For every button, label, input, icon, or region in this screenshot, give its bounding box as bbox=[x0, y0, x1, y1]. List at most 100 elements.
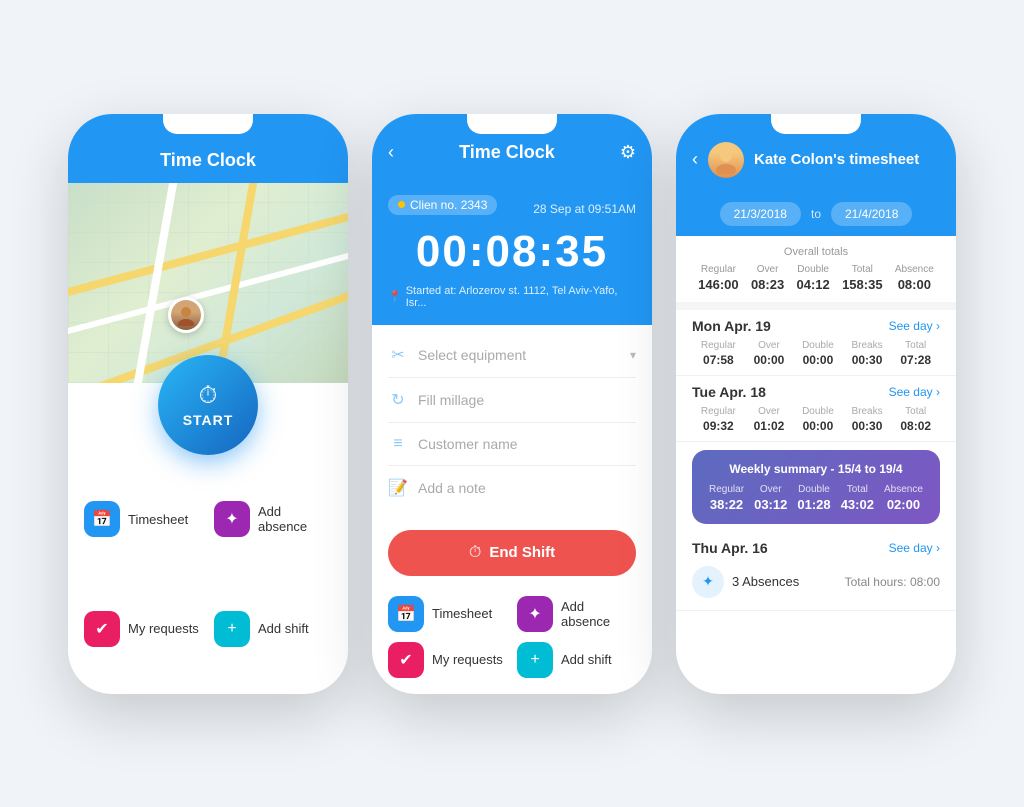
grid-item-add-absence[interactable]: ✦ Add absence bbox=[214, 471, 332, 569]
day-section-mon: Mon Apr. 19 See day › Regular 07:58 Over… bbox=[676, 310, 956, 376]
millage-icon: ↻ bbox=[388, 390, 408, 410]
total-regular: Regular 146:00 bbox=[698, 264, 738, 292]
day-section-thu: Thu Apr. 16 See day › ✦ 3 Absences Total… bbox=[676, 532, 956, 611]
absence-info: ✦ 3 Absences bbox=[692, 566, 799, 598]
phone2-grid: 📅 Timesheet ✦ Add absence ✔ My requests … bbox=[372, 588, 652, 694]
absence-value: 08:00 bbox=[898, 277, 931, 292]
weekly-double: Double 01:28 bbox=[797, 484, 830, 512]
tue-breaks: Breaks 00:30 bbox=[852, 406, 883, 433]
absence-text: 3 Absences bbox=[732, 574, 799, 589]
tue-over: Over 01:02 bbox=[754, 406, 785, 433]
phone1-title: Time Clock bbox=[84, 150, 332, 171]
phone-1: Time Clock ⏱ START bbox=[68, 114, 348, 694]
day-name-tue: Tue Apr. 18 bbox=[692, 384, 766, 400]
grid-item-my-requests-2[interactable]: ✔ My requests bbox=[388, 642, 507, 678]
notch-3 bbox=[771, 114, 861, 134]
total-double: Double 04:12 bbox=[797, 264, 830, 292]
my-requests-label-2: My requests bbox=[432, 652, 503, 667]
customer-icon: ≡ bbox=[388, 435, 408, 453]
add-shift-label-2: Add shift bbox=[561, 652, 612, 667]
add-absence-label-2: Add absence bbox=[561, 599, 636, 629]
timesheet-label-2: Timesheet bbox=[432, 606, 492, 621]
see-day-tue[interactable]: See day › bbox=[889, 385, 940, 399]
weekly-summary: Weekly summary - 15/4 to 19/4 Regular 38… bbox=[692, 450, 940, 524]
day-header-tue: Tue Apr. 18 See day › bbox=[692, 384, 940, 400]
fill-millage-label: Fill millage bbox=[418, 392, 484, 408]
over-label: Over bbox=[757, 264, 779, 275]
end-shift-icon: ⏱ bbox=[469, 544, 481, 562]
day-section-tue: Tue Apr. 18 See day › Regular 09:32 Over… bbox=[676, 376, 956, 442]
add-absence-icon: ✦ bbox=[214, 501, 250, 537]
timesheet-icon: 📅 bbox=[84, 501, 120, 537]
add-shift-label: Add shift bbox=[258, 621, 309, 636]
total-value: 158:35 bbox=[842, 277, 882, 292]
total-hours: Total hours: 08:00 bbox=[845, 575, 940, 589]
overall-totals: Overall totals Regular 146:00 Over 08:23… bbox=[676, 236, 956, 302]
my-requests-icon: ✔ bbox=[84, 611, 120, 647]
double-value: 04:12 bbox=[797, 277, 830, 292]
add-note-row[interactable]: 📝 Add a note bbox=[388, 466, 636, 510]
mon-regular: Regular 07:58 bbox=[701, 340, 736, 367]
grid-item-timesheet[interactable]: 📅 Timesheet bbox=[84, 471, 202, 569]
timer-location: 📍 Started at: Arlozerov st. 1112, Tel Av… bbox=[388, 285, 636, 309]
client-badge: Clien no. 2343 bbox=[388, 195, 497, 215]
end-shift-label: End Shift bbox=[489, 544, 555, 561]
see-day-mon[interactable]: See day › bbox=[889, 319, 940, 333]
mon-total: Total 07:28 bbox=[900, 340, 931, 367]
grid-item-add-absence-2[interactable]: ✦ Add absence bbox=[517, 596, 636, 632]
mon-over: Over 00:00 bbox=[754, 340, 785, 367]
notch-2 bbox=[467, 114, 557, 134]
scene: Time Clock ⏱ START bbox=[0, 74, 1024, 734]
divider-1 bbox=[676, 302, 956, 310]
settings-icon[interactable]: ⚙ bbox=[620, 142, 636, 163]
timer-icon: ⏱ bbox=[199, 382, 218, 410]
location-icon: 📍 bbox=[388, 290, 402, 303]
select-equipment-label: Select equipment bbox=[418, 347, 526, 363]
absence-label: Absence bbox=[895, 264, 934, 275]
day-cols-mon: Regular 07:58 Over 00:00 Double 00:00 Br… bbox=[692, 340, 940, 367]
notch-1 bbox=[163, 114, 253, 134]
weekly-regular: Regular 38:22 bbox=[709, 484, 744, 512]
day-cols-tue: Regular 09:32 Over 01:02 Double 00:00 Br… bbox=[692, 406, 940, 433]
regular-label: Regular bbox=[701, 264, 736, 275]
phone-2: ‹ Time Clock ⚙ Clien no. 2343 28 Sep at … bbox=[372, 114, 652, 694]
day-name-mon: Mon Apr. 19 bbox=[692, 318, 771, 334]
total-absence: Absence 08:00 bbox=[895, 264, 934, 292]
grid-item-add-shift-2[interactable]: + Add shift bbox=[517, 642, 636, 678]
start-button-wrap: ⏱ START bbox=[68, 355, 348, 455]
end-shift-button[interactable]: ⏱ End Shift bbox=[388, 530, 636, 576]
see-day-thu[interactable]: See day › bbox=[889, 541, 940, 555]
total-over: Over 08:23 bbox=[751, 264, 784, 292]
add-note-label: Add a note bbox=[418, 480, 486, 496]
date-range: 21/3/2018 to 21/4/2018 bbox=[676, 192, 956, 236]
date-to[interactable]: 21/4/2018 bbox=[831, 202, 912, 226]
absence-row-thu: ✦ 3 Absences Total hours: 08:00 bbox=[692, 562, 940, 602]
map-road bbox=[68, 225, 348, 347]
date-from[interactable]: 21/3/2018 bbox=[720, 202, 801, 226]
grid-item-my-requests[interactable]: ✔ My requests bbox=[84, 580, 202, 678]
customer-name-label: Customer name bbox=[418, 436, 518, 452]
fill-millage-row[interactable]: ↻ Fill millage bbox=[388, 378, 636, 423]
phone1-grid: 📅 Timesheet ✦ Add absence ✔ My requests … bbox=[68, 455, 348, 694]
back-icon-3[interactable]: ‹ bbox=[692, 149, 698, 170]
back-icon[interactable]: ‹ bbox=[388, 142, 394, 163]
select-equipment-row[interactable]: ✂ Select equipment ▾ bbox=[388, 333, 636, 378]
customer-name-row[interactable]: ≡ Customer name bbox=[388, 423, 636, 466]
day-header-mon: Mon Apr. 19 See day › bbox=[692, 318, 940, 334]
note-icon: 📝 bbox=[388, 478, 408, 498]
phone2-title: Time Clock bbox=[459, 142, 555, 163]
total-total: Total 158:35 bbox=[842, 264, 882, 292]
start-label: START bbox=[183, 412, 234, 428]
mon-double: Double 00:00 bbox=[802, 340, 834, 367]
avatar bbox=[168, 297, 204, 333]
grid-item-add-shift[interactable]: + Add shift bbox=[214, 580, 332, 678]
phone-3: ‹ Kate Colon's timesheet 21/3/2018 to 21… bbox=[676, 114, 956, 694]
start-button[interactable]: ⏱ START bbox=[158, 355, 258, 455]
add-shift-icon-2: + bbox=[517, 642, 553, 678]
mon-breaks: Breaks 00:30 bbox=[852, 340, 883, 367]
client-dot bbox=[398, 201, 405, 208]
chevron-down-icon: ▾ bbox=[630, 348, 636, 362]
timesheet-icon-2: 📅 bbox=[388, 596, 424, 632]
phone3-title: Kate Colon's timesheet bbox=[754, 151, 940, 168]
grid-item-timesheet-2[interactable]: 📅 Timesheet bbox=[388, 596, 507, 632]
